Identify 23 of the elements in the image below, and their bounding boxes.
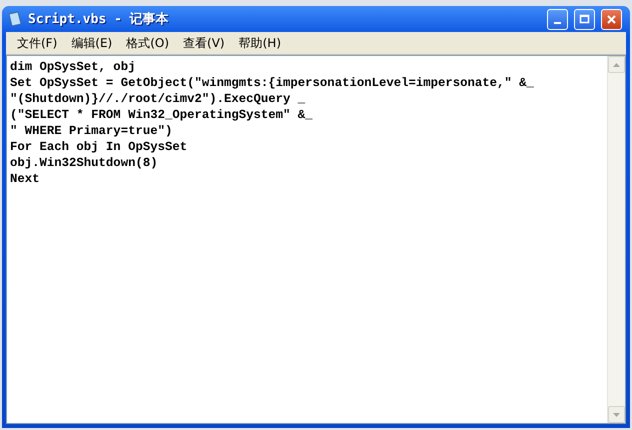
menu-item[interactable]: 帮助(H): [232, 34, 288, 52]
code-line: dim OpSysSet, obj: [10, 59, 136, 75]
window-title: Script.vbs - 记事本: [28, 11, 170, 28]
code-line: For Each obj In OpSysSet: [10, 139, 188, 155]
code-line: "(Shutdown)}//./root/cimv2").ExecQuery _: [10, 91, 306, 107]
code-line: obj.Win32Shutdown(8): [10, 155, 159, 171]
notepad-icon: [8, 11, 22, 27]
close-button[interactable]: [601, 8, 622, 30]
menu-item[interactable]: 编辑(E): [64, 34, 120, 52]
maximize-button[interactable]: [574, 8, 595, 30]
code-line: Set OpSysSet = GetObject("winmgmts:{impersonationLevel=impersonate," &_: [10, 75, 535, 91]
menu-item[interactable]: 查看(V): [176, 34, 232, 52]
maximize-icon: [579, 14, 590, 24]
minimize-icon: [554, 22, 561, 24]
down-arrow-icon: [613, 412, 620, 416]
code-line: " WHERE Primary=true"): [10, 123, 174, 139]
code-line: Next: [10, 171, 41, 187]
code-line: ("SELECT * FROM Win32_OperatingSystem" &_: [10, 107, 314, 123]
up-arrow-icon: [613, 62, 620, 66]
menu-item[interactable]: 文件(F): [10, 34, 64, 52]
close-icon: [606, 14, 617, 24]
menu-item[interactable]: 格式(O): [119, 34, 176, 52]
minimize-button[interactable]: [547, 8, 568, 30]
